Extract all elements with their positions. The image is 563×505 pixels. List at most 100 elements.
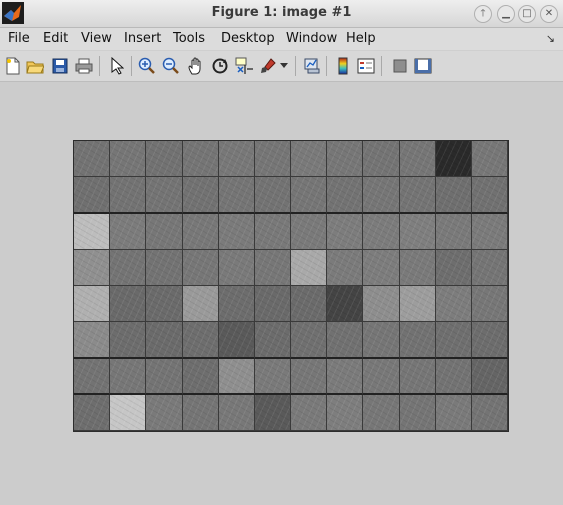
save-icon: [52, 58, 68, 74]
montage-tile: [146, 358, 183, 395]
link-plot-icon: [304, 58, 320, 74]
montage-tile: [399, 358, 436, 395]
open-file-button[interactable]: [25, 56, 45, 76]
montage-tile: [182, 141, 219, 178]
toolbar-separator: [131, 56, 132, 76]
colorbar-icon: [338, 57, 348, 75]
montage-tile: [327, 177, 364, 214]
window-close-button[interactable]: ✕: [540, 5, 558, 23]
menu-file[interactable]: File: [8, 31, 30, 46]
hide-plot-tools-button[interactable]: [390, 56, 410, 76]
montage-tile: [291, 213, 328, 250]
montage-tile: [146, 141, 183, 178]
dock-arrow-icon[interactable]: ↘: [546, 32, 555, 45]
close-icon: ✕: [544, 8, 554, 19]
save-button[interactable]: [50, 56, 70, 76]
menu-insert[interactable]: Insert: [124, 31, 161, 46]
montage-tile: [254, 358, 291, 395]
montage-tile: [291, 177, 328, 214]
montage-tile: [218, 358, 255, 395]
montage-tile: [435, 322, 472, 359]
montage-tile: [435, 286, 472, 323]
montage-tile: [218, 213, 255, 250]
image-montage[interactable]: [73, 140, 509, 432]
montage-tile: [291, 358, 328, 395]
window-maximize-button[interactable]: □: [518, 5, 536, 23]
montage-tile: [254, 141, 291, 178]
montage-tile: [146, 249, 183, 286]
montage-tile: [363, 213, 400, 250]
menu-bar: File Edit View Insert Tools Desktop Wind…: [0, 28, 563, 50]
select-arrow-icon: [111, 57, 124, 75]
arrow-up-icon: 🡑: [480, 8, 486, 19]
brush-button[interactable]: [258, 56, 278, 76]
montage-tile: [435, 141, 472, 178]
montage-tile: [74, 249, 111, 286]
chevron-down-icon: [280, 63, 288, 68]
montage-tile: [471, 213, 508, 250]
rotate-3d-button[interactable]: [210, 56, 230, 76]
montage-tile: [471, 358, 508, 395]
montage-tile: [471, 249, 508, 286]
montage-tile: [74, 358, 111, 395]
toolbar-separator: [381, 56, 382, 76]
menu-view[interactable]: View: [81, 31, 112, 46]
print-button[interactable]: [74, 56, 94, 76]
montage-tile: [254, 213, 291, 250]
montage-tile: [254, 249, 291, 286]
menu-desktop[interactable]: Desktop: [221, 31, 275, 46]
montage-tile: [471, 394, 508, 431]
montage-tile: [74, 394, 111, 431]
montage-tile: [399, 286, 436, 323]
montage-tile: [435, 249, 472, 286]
montage-tile: [218, 322, 255, 359]
window-up-button[interactable]: 🡑: [474, 5, 492, 23]
menu-help[interactable]: Help: [346, 31, 376, 46]
zoom-out-icon: [162, 57, 179, 74]
show-plot-tools-icon: [414, 58, 432, 74]
montage-tile: [363, 394, 400, 431]
link-plot-button[interactable]: [302, 56, 322, 76]
montage-tile: [146, 286, 183, 323]
colorbar-button[interactable]: [333, 56, 353, 76]
menu-tools[interactable]: Tools: [173, 31, 205, 46]
toolbar-separator: [99, 56, 100, 76]
montage-tile: [182, 322, 219, 359]
montage-tile: [291, 249, 328, 286]
montage-tile: [218, 177, 255, 214]
zoom-out-button[interactable]: [161, 56, 181, 76]
montage-tile: [327, 213, 364, 250]
montage-tile: [327, 358, 364, 395]
montage-tile: [363, 358, 400, 395]
montage-tile: [254, 286, 291, 323]
montage-tile: [291, 322, 328, 359]
pan-hand-icon: [188, 57, 201, 75]
data-cursor-button[interactable]: [234, 56, 254, 76]
maximize-icon: □: [522, 8, 532, 19]
montage-tile: [363, 177, 400, 214]
zoom-in-button[interactable]: [137, 56, 157, 76]
montage-tile: [435, 394, 472, 431]
montage-tile: [435, 358, 472, 395]
pan-button[interactable]: [186, 56, 206, 76]
new-figure-button[interactable]: [3, 56, 23, 76]
montage-tile: [399, 322, 436, 359]
montage-tile: [363, 322, 400, 359]
show-plot-tools-button[interactable]: [413, 56, 433, 76]
montage-tile: [254, 394, 291, 431]
open-file-icon: [26, 61, 44, 74]
montage-tile: [182, 394, 219, 431]
montage-tile: [363, 141, 400, 178]
legend-button[interactable]: [356, 56, 376, 76]
brush-dropdown-button[interactable]: [279, 56, 289, 76]
menu-window[interactable]: Window: [286, 31, 337, 46]
montage-tile: [471, 141, 508, 178]
window-minimize-button[interactable]: ▁: [497, 5, 515, 23]
montage-tile: [146, 322, 183, 359]
montage-tile: [74, 141, 111, 178]
select-arrow-button[interactable]: [107, 56, 127, 76]
montage-tile: [74, 213, 111, 250]
montage-tile: [146, 213, 183, 250]
menu-edit[interactable]: Edit: [43, 31, 68, 46]
montage-tile: [110, 141, 147, 178]
